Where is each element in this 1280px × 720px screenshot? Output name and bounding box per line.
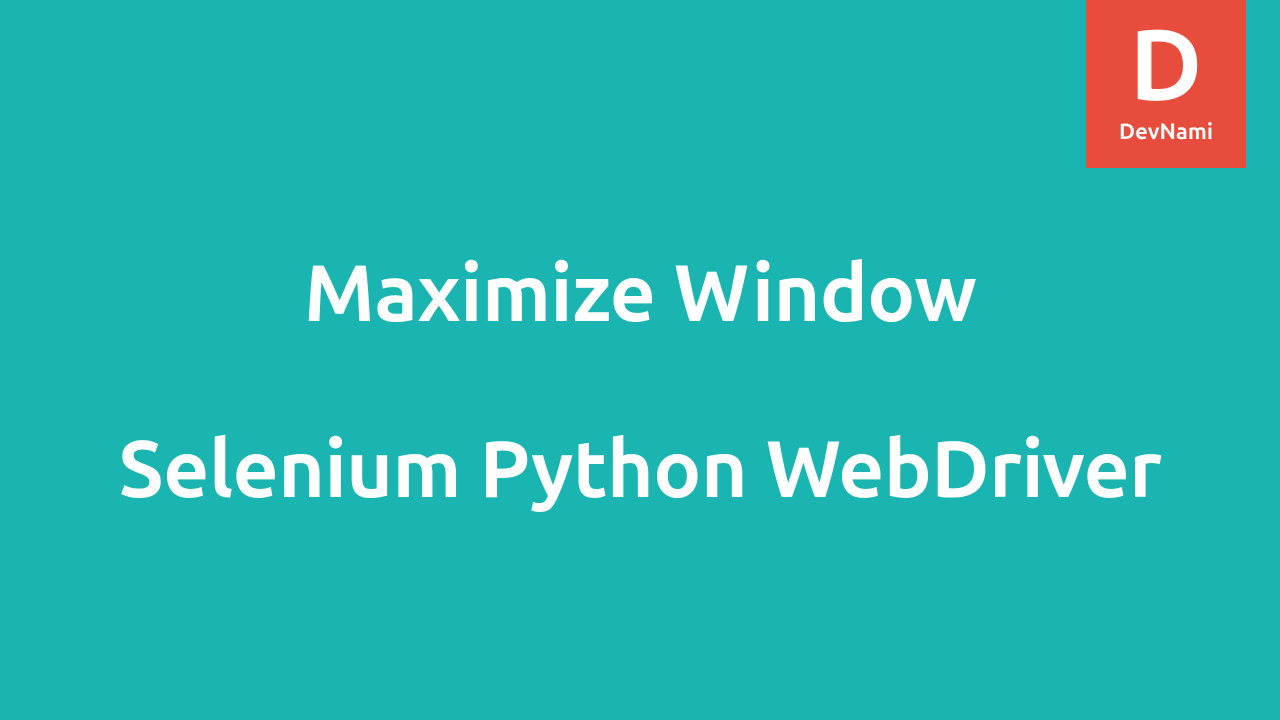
- title-content: Maximize Window Selenium Python WebDrive…: [0, 0, 1280, 720]
- title-line-2: Selenium Python WebDriver: [118, 424, 1161, 512]
- title-line-1: Maximize Window: [304, 248, 977, 336]
